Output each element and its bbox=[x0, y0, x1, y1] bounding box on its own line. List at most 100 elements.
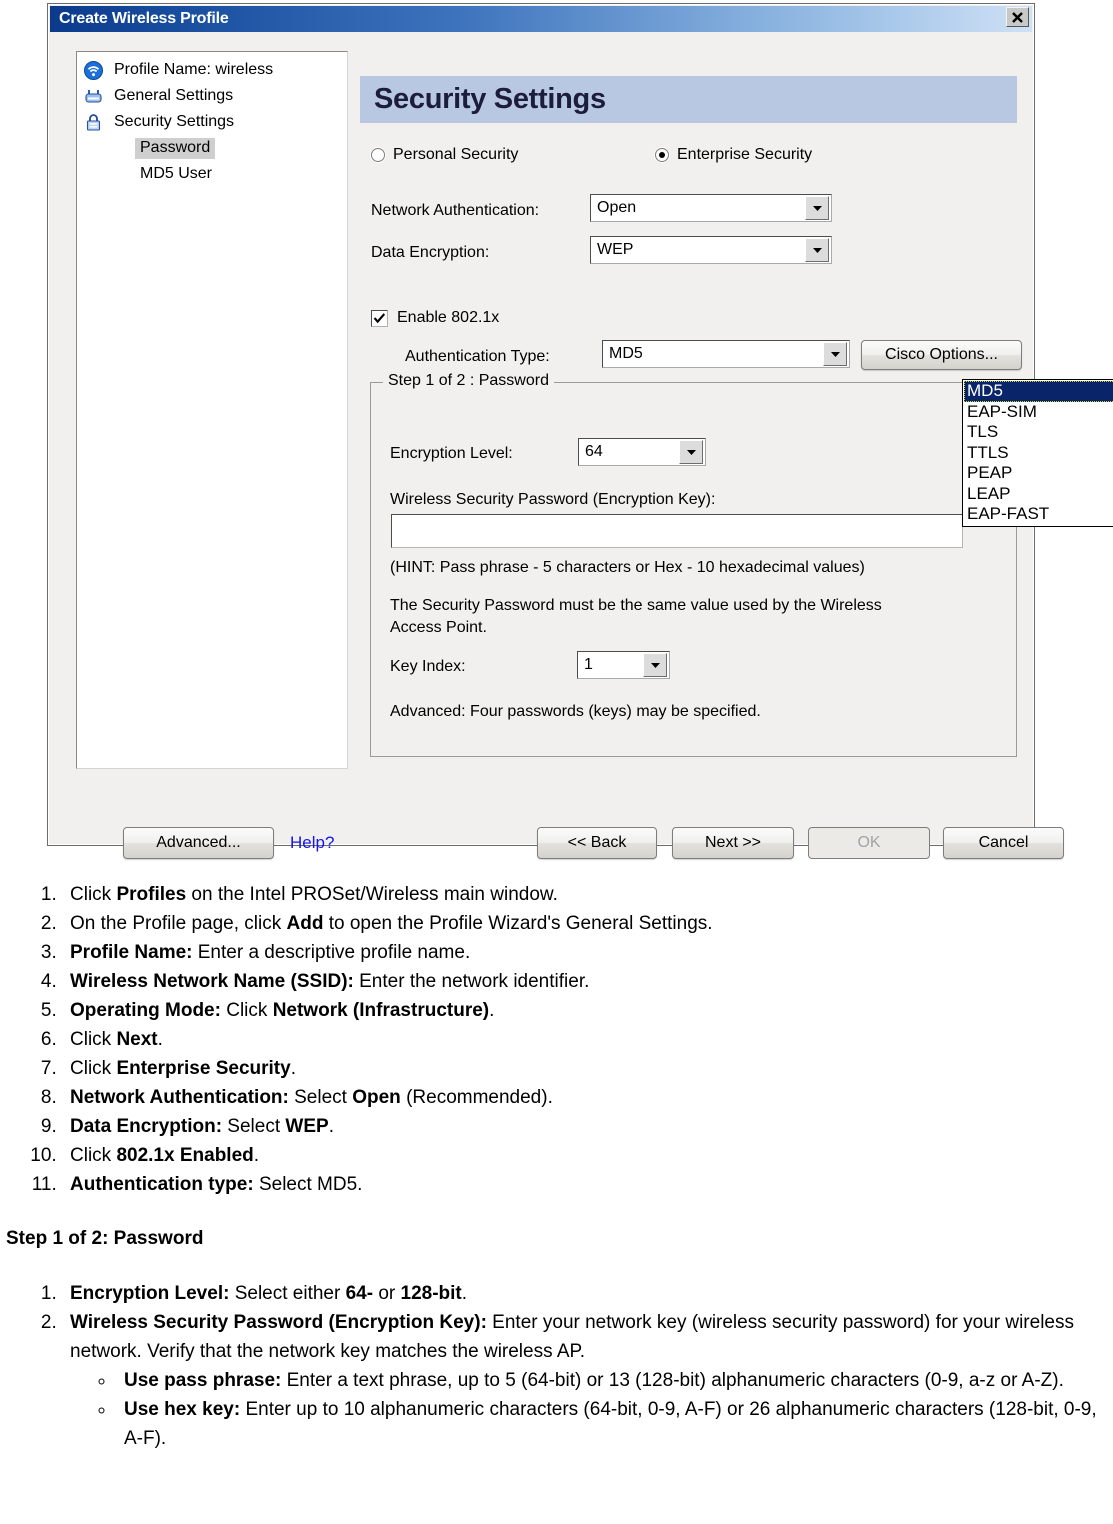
chevron-down-icon[interactable] bbox=[643, 653, 667, 677]
main-steps-list: Click Profiles on the Intel PROSet/Wirel… bbox=[0, 880, 1113, 1199]
tree-item-general-settings[interactable]: General Settings bbox=[77, 83, 347, 109]
advanced-button[interactable]: Advanced... bbox=[123, 827, 274, 859]
tree-item-profile-name[interactable]: Profile Name: wireless bbox=[77, 57, 347, 83]
list-item: Click Next. bbox=[62, 1025, 1113, 1054]
tree-item-label: Profile Name: wireless bbox=[114, 60, 274, 78]
dropdown-option-md5[interactable]: MD5 bbox=[964, 381, 1113, 402]
chevron-down-icon[interactable] bbox=[805, 238, 829, 262]
dropdown-option-peap[interactable]: PEAP bbox=[964, 463, 1113, 484]
ok-button-label: OK bbox=[857, 834, 881, 851]
data-encryption-value: WEP bbox=[597, 241, 634, 258]
wireless-security-password-label: Wireless Security Password (Encryption K… bbox=[390, 491, 716, 508]
substeps-wrapper: Encryption Level: Select either 64- or 1… bbox=[0, 1279, 1113, 1453]
dialog-titlebar: Create Wireless Profile bbox=[50, 6, 1032, 32]
wireless-signal-icon bbox=[83, 60, 103, 80]
cancel-button[interactable]: Cancel bbox=[943, 827, 1064, 859]
radio-label-enterprise: Enterprise Security bbox=[677, 146, 813, 163]
password-hint-text: (HINT: Pass phrase - 5 characters or Hex… bbox=[390, 559, 865, 576]
list-item: Operating Mode: Click Network (Infrastru… bbox=[62, 996, 1113, 1025]
list-item: Profile Name: Enter a descriptive profil… bbox=[62, 938, 1113, 967]
doc-section-title: Step 1 of 2: Password bbox=[6, 1228, 204, 1249]
dialog-body: Profile Name: wireless General Settings bbox=[50, 34, 1113, 859]
list-item: Use hex key: Enter up to 10 alphanumeric… bbox=[116, 1395, 1113, 1453]
list-item: Click Profiles on the Intel PROSet/Wirel… bbox=[62, 880, 1113, 909]
access-point-icon bbox=[83, 86, 103, 106]
next-button-label: Next >> bbox=[704, 834, 762, 851]
list-item: Data Encryption: Select WEP. bbox=[62, 1112, 1113, 1141]
cancel-button-label: Cancel bbox=[978, 834, 1029, 851]
radio-indicator-enterprise bbox=[655, 148, 669, 162]
list-item: Authentication type: Select MD5. bbox=[62, 1170, 1113, 1199]
next-button[interactable]: Next >> bbox=[672, 827, 794, 859]
list-item: Encryption Level: Select either 64- or 1… bbox=[62, 1279, 1113, 1308]
ok-button: OK bbox=[808, 827, 930, 859]
dropdown-option-ttls[interactable]: TTLS bbox=[964, 443, 1113, 464]
help-link[interactable]: Help? bbox=[290, 833, 334, 853]
network-authentication-select[interactable]: Open bbox=[590, 194, 832, 222]
tree-item-security-settings[interactable]: Security Settings bbox=[77, 109, 347, 135]
password-key-bullets: Use pass phrase: Enter a text phrase, up… bbox=[0, 1366, 1113, 1453]
padlock-icon bbox=[83, 112, 103, 132]
authentication-type-value: MD5 bbox=[609, 345, 643, 362]
key-index-select[interactable]: 1 bbox=[577, 651, 670, 679]
authentication-type-select[interactable]: MD5 bbox=[602, 340, 850, 368]
password-note-line1: The Security Password must be the same v… bbox=[390, 597, 882, 614]
checkmark-icon[interactable] bbox=[371, 309, 388, 327]
step1-password-groupbox-title: Step 1 of 2 : Password bbox=[383, 372, 554, 390]
page-title-banner: Security Settings bbox=[360, 76, 1017, 123]
password-substeps-list: Encryption Level: Select either 64- or 1… bbox=[0, 1279, 1113, 1366]
documentation-section: Click Profiles on the Intel PROSet/Wirel… bbox=[0, 880, 1113, 1453]
step1-password-groupbox: Step 1 of 2 : Password Encryption Level:… bbox=[370, 372, 1017, 757]
authentication-type-dropdown-list[interactable]: MD5 EAP-SIM TLS TTLS PEAP LEAP EAP-FAST bbox=[962, 379, 1113, 527]
radio-enterprise-security[interactable]: Enterprise Security bbox=[655, 146, 812, 164]
data-encryption-label: Data Encryption: bbox=[371, 244, 490, 261]
enable-8021x-label: Enable 802.1x bbox=[397, 309, 500, 326]
data-encryption-select[interactable]: WEP bbox=[590, 236, 832, 264]
tree-item-md5-user[interactable]: MD5 User bbox=[77, 161, 347, 187]
cisco-options-button[interactable]: Cisco Options... bbox=[861, 340, 1022, 370]
chevron-down-icon[interactable] bbox=[679, 440, 703, 464]
radio-label-personal: Personal Security bbox=[393, 146, 519, 163]
radio-personal-security[interactable]: Personal Security bbox=[371, 146, 518, 164]
wireless-security-password-input[interactable] bbox=[391, 514, 963, 548]
encryption-level-select[interactable]: 64 bbox=[578, 438, 706, 466]
dropdown-option-tls[interactable]: TLS bbox=[964, 422, 1113, 443]
list-item: Network Authentication: Select Open (Rec… bbox=[62, 1083, 1113, 1112]
tree-item-password[interactable]: Password bbox=[77, 135, 347, 161]
list-item: Wireless Security Password (Encryption K… bbox=[62, 1308, 1113, 1366]
dropdown-option-eap-fast[interactable]: EAP-FAST bbox=[964, 504, 1113, 525]
enable-8021x-checkbox[interactable]: Enable 802.1x bbox=[371, 309, 499, 327]
cisco-options-label: Cisco Options... bbox=[885, 346, 998, 363]
advanced-button-label: Advanced... bbox=[156, 834, 241, 851]
encryption-level-label: Encryption Level: bbox=[390, 445, 513, 462]
dropdown-option-leap[interactable]: LEAP bbox=[964, 484, 1113, 505]
radio-indicator-personal bbox=[371, 148, 385, 162]
password-note-line2: Access Point. bbox=[390, 619, 487, 636]
close-icon[interactable] bbox=[1006, 7, 1029, 27]
dropdown-option-eap-sim[interactable]: EAP-SIM bbox=[964, 402, 1113, 423]
authentication-type-label: Authentication Type: bbox=[405, 348, 550, 365]
list-item: On the Profile page, click Add to open t… bbox=[62, 909, 1113, 938]
tree-item-label: MD5 User bbox=[140, 164, 213, 182]
key-index-label: Key Index: bbox=[390, 658, 466, 675]
network-authentication-value: Open bbox=[597, 199, 637, 216]
profile-step-tree[interactable]: Profile Name: wireless General Settings bbox=[76, 51, 348, 769]
back-button-label: << Back bbox=[567, 834, 627, 851]
authentication-type-row: Authentication Type: bbox=[405, 342, 550, 372]
data-encryption-row: Data Encryption: bbox=[371, 238, 489, 268]
tree-item-label: Password bbox=[135, 137, 216, 159]
page-title: Security Settings bbox=[374, 83, 606, 115]
chevron-down-icon[interactable] bbox=[805, 196, 829, 220]
security-mode-radio-group: Personal Security Enterprise Security bbox=[360, 146, 1020, 168]
network-authentication-label: Network Authentication: bbox=[371, 202, 540, 219]
list-item: Click Enterprise Security. bbox=[62, 1054, 1113, 1083]
list-item: Wireless Network Name (SSID): Enter the … bbox=[62, 967, 1113, 996]
network-authentication-row: Network Authentication: bbox=[371, 196, 539, 226]
key-index-value: 1 bbox=[584, 656, 593, 673]
list-item: Use pass phrase: Enter a text phrase, up… bbox=[116, 1366, 1113, 1395]
chevron-down-icon[interactable] bbox=[823, 342, 847, 366]
back-button[interactable]: << Back bbox=[537, 827, 657, 859]
help-link-label: Help? bbox=[290, 833, 335, 852]
create-wireless-profile-dialog: Create Wireless Profile Profile Name: wi… bbox=[47, 3, 1113, 859]
tree-item-label: Security Settings bbox=[114, 112, 235, 130]
